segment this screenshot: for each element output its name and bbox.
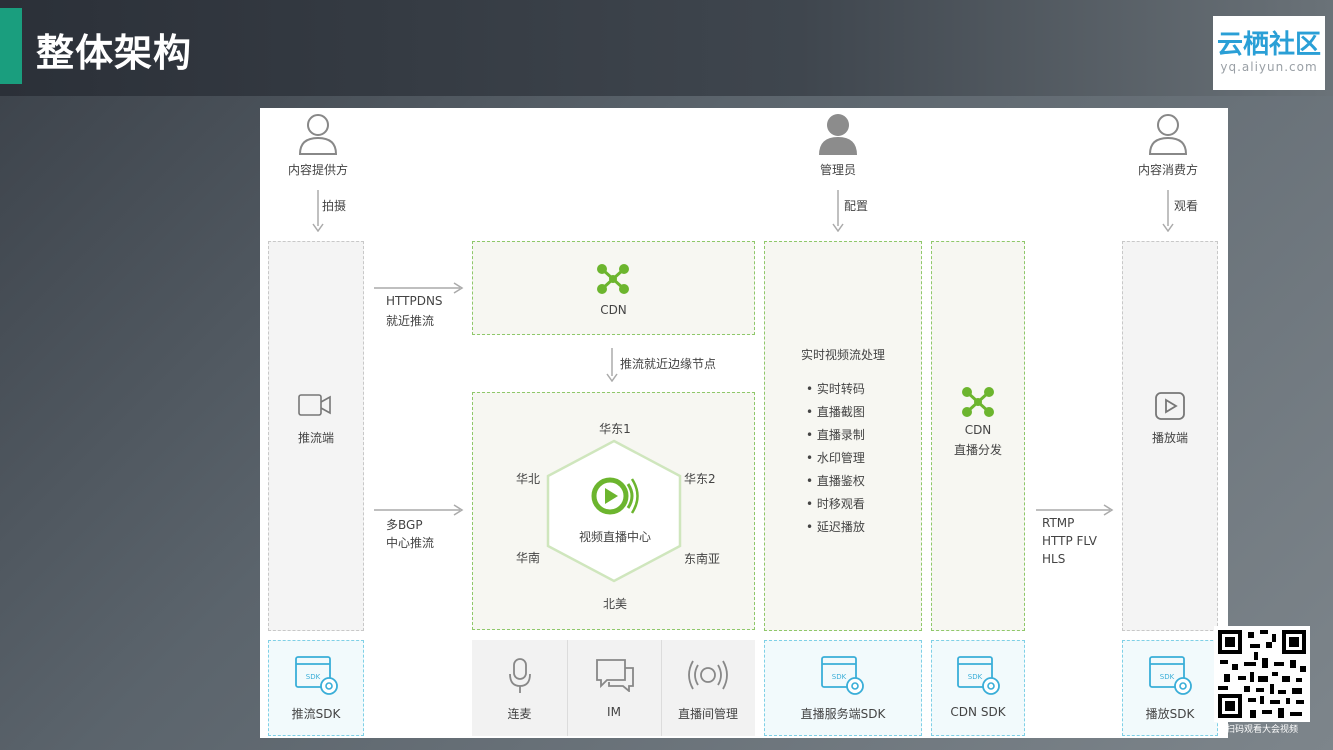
divider [567, 640, 568, 736]
processing-item: • 实时转码 [806, 382, 865, 396]
cdn-sdk-label: CDN SDK [950, 705, 1006, 719]
microphone-icon [509, 658, 531, 693]
logo-text: 云栖社区 [1216, 30, 1321, 60]
qr-caption: 扫码观看大会视频 [1225, 725, 1298, 735]
sdk-icon: SDK [957, 656, 1000, 695]
protocol-label: RTMP [1042, 516, 1075, 530]
chat-icon [596, 659, 634, 692]
admin-label: 管理员 [819, 163, 856, 177]
lower-arrow-line1: 多BGP [386, 518, 423, 532]
title-accent [0, 8, 22, 84]
processing-item: • 时移观看 [806, 497, 865, 511]
region-label: 华北 [516, 472, 541, 486]
down-arrow [606, 348, 618, 382]
region-label: 北美 [602, 597, 627, 611]
person-icon [298, 114, 338, 155]
processing-item: • 直播截图 [806, 405, 865, 419]
region-label: 华东2 [684, 472, 716, 486]
lower-arrow-line2: 中心推流 [386, 536, 435, 550]
region-label: 华南 [516, 551, 541, 565]
processing-item: • 直播鉴权 [806, 474, 865, 488]
provider-action: 拍摄 [322, 199, 347, 213]
right-arrow [374, 504, 464, 516]
camera-icon [298, 394, 331, 416]
logo-url: yq.aliyun.com [1220, 60, 1318, 74]
sdk-icon: SDK [1149, 656, 1192, 695]
play-icon [1155, 392, 1185, 420]
cdn-label: CDN [600, 303, 627, 317]
architecture-diagram: 内容提供方 拍摄 管理员 配置 内容消费方 观看 推流端 SDK 推流SDK H… [260, 108, 1228, 738]
consumer-label: 内容消费方 [1137, 163, 1198, 177]
sdk-icon: SDK [821, 656, 864, 695]
upper-arrow-line1: HTTPDNS [386, 294, 443, 308]
slide-title: 整体架构 [36, 31, 193, 75]
push-sdk-label: 推流SDK [291, 707, 341, 721]
edge-arrow-label: 推流就近边缘节点 [620, 357, 717, 371]
svg-text:SDK: SDK [306, 673, 321, 681]
cdn-dist-label1: CDN [964, 423, 992, 437]
provider-label: 内容提供方 [287, 163, 348, 177]
consumer-action: 观看 [1174, 199, 1199, 213]
region-label: 华东1 [599, 422, 631, 436]
cdn-network-icon [597, 264, 629, 294]
upper-arrow-line2: 就近推流 [386, 314, 435, 328]
player-sdk-label: 播放SDK [1145, 707, 1195, 721]
qr-code[interactable] [1214, 626, 1310, 722]
down-arrow [832, 190, 844, 232]
tool-label: 连麦 [507, 707, 532, 721]
processing-title: 实时视频流处理 [800, 348, 885, 362]
processing-item: • 直播录制 [806, 428, 865, 442]
person-icon [1148, 114, 1188, 155]
right-arrow [1036, 504, 1114, 516]
cdn-dist-label2: 直播分发 [953, 443, 1002, 457]
center-title: 视频直播中心 [578, 530, 651, 544]
title-bar [0, 0, 1333, 96]
processing-item: • 水印管理 [806, 451, 865, 465]
broadcast-icon [688, 660, 728, 690]
region-label: 东南亚 [684, 552, 721, 566]
cdn-network-icon [962, 387, 994, 417]
svg-text:SDK: SDK [1160, 673, 1175, 681]
live-play-icon [591, 477, 639, 515]
svg-text:SDK: SDK [968, 673, 983, 681]
svg-text:SDK: SDK [832, 673, 847, 681]
tool-label: IM [607, 705, 621, 719]
sdk-icon: SDK [295, 656, 338, 695]
down-arrow [1162, 190, 1174, 232]
player-label: 播放端 [1151, 431, 1188, 445]
protocol-label: HTTP FLV [1042, 534, 1098, 548]
admin-action: 配置 [844, 199, 869, 213]
protocol-label: HLS [1042, 552, 1066, 566]
push-client-label: 推流端 [297, 431, 334, 445]
processing-item: • 延迟播放 [806, 520, 865, 534]
right-arrow [374, 282, 464, 294]
admin-person-icon [819, 114, 857, 155]
qr-code-graphic [1218, 630, 1306, 718]
server-sdk-label: 直播服务端SDK [800, 707, 886, 721]
yunqi-logo: 云栖社区 yq.aliyun.com [1213, 16, 1325, 90]
tool-label: 直播间管理 [677, 707, 738, 721]
